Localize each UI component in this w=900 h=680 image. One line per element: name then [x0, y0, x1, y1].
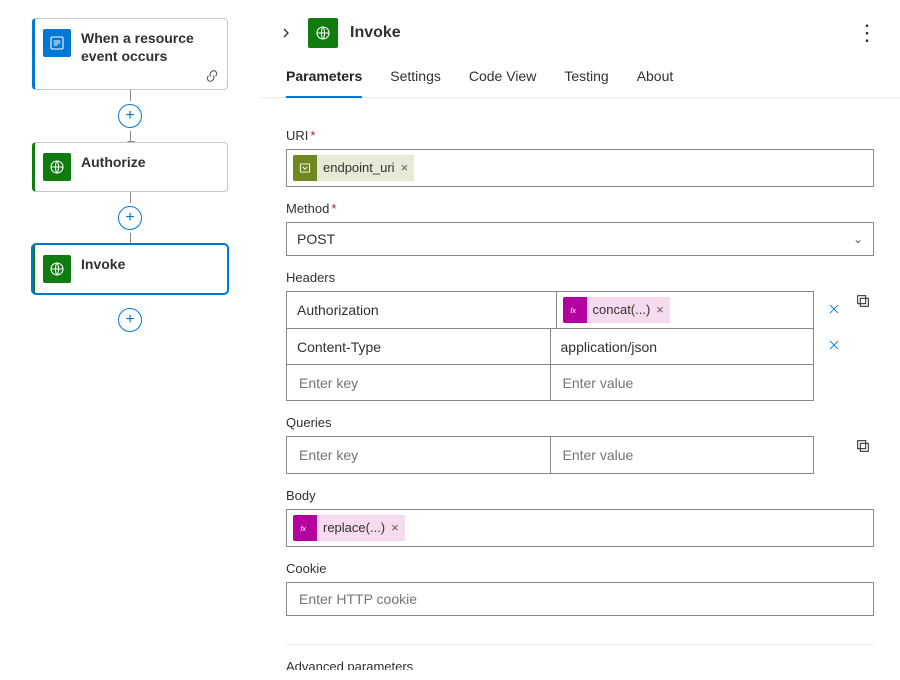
header-value[interactable]: application/json	[550, 329, 814, 364]
header-value-input[interactable]	[550, 365, 814, 400]
flow-trigger-card[interactable]: When a resource event occurs	[32, 18, 228, 90]
connection-icon	[205, 69, 219, 83]
flow-step-title: Invoke	[81, 255, 125, 273]
more-menu-button[interactable]: ⋮	[856, 22, 880, 44]
method-select[interactable]: POST ⌄	[286, 222, 874, 256]
delete-row-button[interactable]	[825, 291, 843, 327]
action-panel: Invoke ⋮ Parameters Settings Code View T…	[260, 0, 900, 680]
add-step-button[interactable]: +	[118, 308, 142, 332]
tab-settings[interactable]: Settings	[390, 68, 441, 98]
http-action-icon	[43, 153, 71, 181]
header-row: Authorization fx concat(...) ×	[287, 292, 813, 328]
header-row-actions	[814, 291, 848, 401]
flow-step-title: Authorize	[81, 153, 146, 171]
chevron-down-icon: ⌄	[853, 232, 863, 246]
uri-label: URI*	[286, 128, 874, 143]
collapse-panel-button[interactable]	[278, 25, 294, 41]
flow-step-authorize[interactable]: Authorize	[32, 142, 228, 192]
parameters-form: URI* endpoint_uri × Method* POST ⌄ Heade…	[260, 98, 900, 670]
header-row-new	[287, 364, 813, 400]
method-label: Method*	[286, 201, 874, 216]
delete-row-button[interactable]	[825, 327, 843, 363]
header-key-input[interactable]	[287, 365, 550, 400]
section-divider	[286, 644, 874, 645]
add-step-button[interactable]: +	[118, 104, 142, 128]
cookie-label: Cookie	[286, 561, 874, 576]
azure-eventgrid-icon	[43, 29, 71, 57]
fx-icon: fx	[293, 515, 317, 541]
http-action-icon	[43, 255, 71, 283]
header-key[interactable]: Content-Type	[287, 329, 550, 364]
http-action-icon	[308, 18, 338, 48]
header-value[interactable]: fx concat(...) ×	[556, 292, 814, 328]
body-input[interactable]: fx replace(...) ×	[286, 509, 874, 547]
add-step-button[interactable]: +	[118, 206, 142, 230]
query-value-input[interactable]	[550, 437, 814, 473]
flow-step-invoke[interactable]: Invoke	[32, 244, 228, 294]
advanced-label: Advanced parameters	[286, 659, 874, 670]
bulk-edit-button[interactable]	[852, 436, 874, 456]
remove-token-button[interactable]: ×	[656, 297, 670, 323]
panel-tabs: Parameters Settings Code View Testing Ab…	[260, 58, 900, 98]
queries-editor	[286, 436, 874, 474]
query-row-new	[287, 437, 813, 473]
cookie-input[interactable]	[286, 582, 874, 616]
tab-code-view[interactable]: Code View	[469, 68, 536, 98]
fx-icon: fx	[563, 297, 587, 323]
svg-text:fx: fx	[300, 524, 307, 533]
headers-label: Headers	[286, 270, 874, 285]
header-key[interactable]: Authorization	[287, 292, 556, 328]
token-concat[interactable]: fx concat(...) ×	[563, 297, 670, 323]
remove-token-button[interactable]: ×	[401, 155, 415, 181]
flow-trigger-title: When a resource event occurs	[81, 29, 217, 65]
header-row: Content-Type application/json	[287, 328, 813, 364]
panel-title: Invoke	[350, 24, 856, 42]
tab-testing[interactable]: Testing	[564, 68, 608, 98]
headers-editor: Authorization fx concat(...) ×	[286, 291, 874, 401]
panel-header: Invoke ⋮	[260, 18, 900, 58]
uri-input[interactable]: endpoint_uri ×	[286, 149, 874, 187]
svg-text:fx: fx	[570, 306, 577, 315]
variable-icon	[293, 155, 317, 181]
queries-label: Queries	[286, 415, 874, 430]
token-endpoint-uri[interactable]: endpoint_uri ×	[293, 155, 414, 181]
tab-parameters[interactable]: Parameters	[286, 68, 362, 98]
tab-about[interactable]: About	[637, 68, 674, 98]
bulk-edit-button[interactable]	[852, 291, 874, 311]
flow-designer: When a resource event occurs + Authorize…	[0, 0, 260, 680]
remove-token-button[interactable]: ×	[391, 515, 405, 541]
token-replace[interactable]: fx replace(...) ×	[293, 515, 405, 541]
body-label: Body	[286, 488, 874, 503]
query-key-input[interactable]	[287, 437, 550, 473]
